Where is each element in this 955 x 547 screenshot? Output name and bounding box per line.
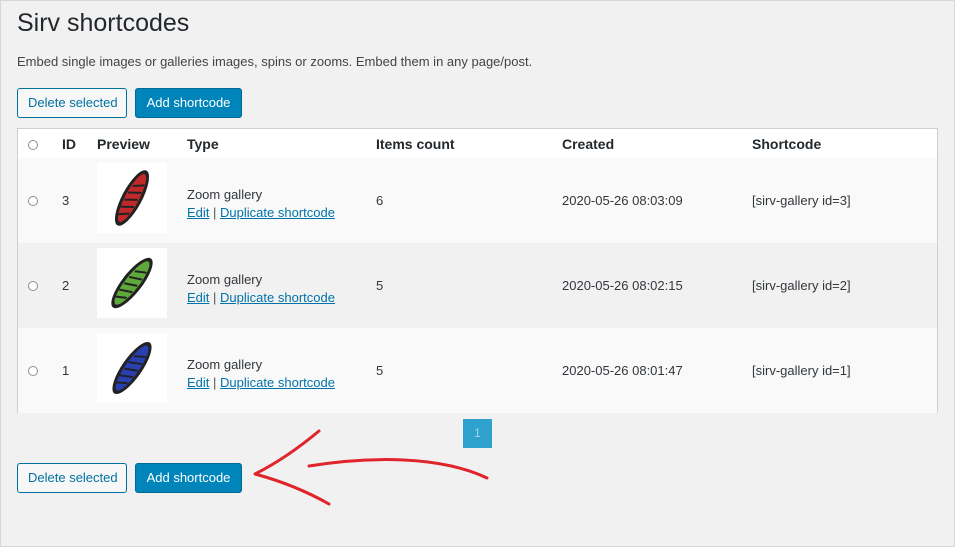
column-type: Type xyxy=(187,136,219,152)
preview-thumbnail[interactable] xyxy=(97,333,167,403)
row-shortcode: [sirv-gallery id=1] xyxy=(752,363,851,378)
row-created: 2020-05-26 08:03:09 xyxy=(562,193,683,208)
row-checkbox[interactable] xyxy=(28,281,38,291)
shoe-image-icon xyxy=(112,341,152,395)
delete-selected-button-bottom[interactable]: Delete selected xyxy=(17,463,127,493)
column-items-count: Items count xyxy=(376,136,455,152)
add-shortcode-button-top[interactable]: Add shortcode xyxy=(135,88,242,118)
type-cell: Zoom gallery Edit | Duplicate shortcode xyxy=(187,356,335,392)
column-shortcode: Shortcode xyxy=(752,136,822,152)
table-row: 3 Zoom gallery Edit | Duplicate shortcod… xyxy=(18,158,937,244)
edit-link[interactable]: Edit xyxy=(187,375,209,390)
preview-thumbnail[interactable] xyxy=(97,163,167,233)
column-created: Created xyxy=(562,136,615,152)
red-arrow-annotation xyxy=(253,429,489,506)
type-cell: Zoom gallery Edit | Duplicate shortcode xyxy=(187,186,335,222)
row-created: 2020-05-26 08:02:15 xyxy=(562,278,683,293)
row-checkbox[interactable] xyxy=(28,366,38,376)
edit-link[interactable]: Edit xyxy=(187,290,209,305)
row-type: Zoom gallery xyxy=(187,272,263,287)
table-row: 1 Zoom gallery Edit | Duplicate shortcod… xyxy=(18,328,937,413)
column-id: ID xyxy=(62,136,76,152)
duplicate-shortcode-link[interactable]: Duplicate shortcode xyxy=(220,375,335,390)
column-preview: Preview xyxy=(97,136,150,152)
row-items-count: 5 xyxy=(376,278,384,293)
row-items-count: 5 xyxy=(376,363,384,378)
row-items-count: 6 xyxy=(376,193,384,208)
shoe-image-icon xyxy=(111,257,153,309)
row-type: Zoom gallery xyxy=(187,357,263,372)
row-created: 2020-05-26 08:01:47 xyxy=(562,363,683,378)
delete-selected-button-top[interactable]: Delete selected xyxy=(17,88,127,118)
row-id: 2 xyxy=(62,278,70,293)
edit-link[interactable]: Edit xyxy=(187,205,209,220)
link-separator: | xyxy=(213,290,217,305)
table-header: ID Preview Type Items count Created Shor… xyxy=(18,129,937,159)
duplicate-shortcode-link[interactable]: Duplicate shortcode xyxy=(220,205,335,220)
select-all-checkbox[interactable] xyxy=(28,140,38,150)
duplicate-shortcode-link[interactable]: Duplicate shortcode xyxy=(220,290,335,305)
row-id: 3 xyxy=(62,193,70,208)
table-row: 2 Zoom gallery Edit | Duplicate shortcod… xyxy=(18,243,937,329)
link-separator: | xyxy=(213,375,217,390)
shoe-image-icon xyxy=(114,170,150,226)
page-description: Embed single images or galleries images,… xyxy=(17,54,533,69)
type-cell: Zoom gallery Edit | Duplicate shortcode xyxy=(187,271,335,307)
row-shortcode: [sirv-gallery id=3] xyxy=(752,193,851,208)
row-id: 1 xyxy=(62,363,70,378)
page-title: Sirv shortcodes xyxy=(17,9,190,37)
add-shortcode-button-bottom[interactable]: Add shortcode xyxy=(135,463,242,493)
link-separator: | xyxy=(213,205,217,220)
shortcodes-table: ID Preview Type Items count Created Shor… xyxy=(17,128,938,413)
row-type: Zoom gallery xyxy=(187,187,263,202)
preview-thumbnail[interactable] xyxy=(97,248,167,318)
admin-page-frame: Sirv shortcodes Embed single images or g… xyxy=(0,0,955,547)
row-shortcode: [sirv-gallery id=2] xyxy=(752,278,851,293)
row-checkbox[interactable] xyxy=(28,196,38,206)
